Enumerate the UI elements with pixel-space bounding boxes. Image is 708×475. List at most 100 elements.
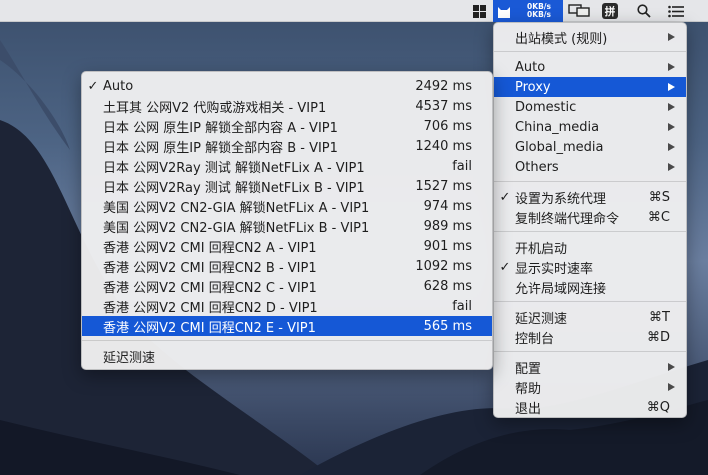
checkmark-icon: ✓: [499, 189, 511, 205]
submenu-arrow-icon: [668, 33, 675, 41]
proxy-group-submenu: ✓ Auto 2492 ms 土耳其 公网V2 代购或游戏相关 - VIP1 4…: [81, 71, 493, 370]
proxy-latency: 974 ms: [423, 198, 472, 214]
show-realtime-speed-label: 显示实时速率: [515, 261, 594, 277]
shortcut-label: ⌘Q: [646, 399, 670, 415]
group-label: Proxy: [515, 79, 551, 95]
dashboard-label: 控制台: [515, 331, 555, 347]
submenu-arrow-icon: [668, 123, 675, 131]
submenu-arrow-icon: [668, 363, 675, 371]
proxy-name: 香港 公网V2 CMI 回程CN2 C - VIP1: [103, 280, 317, 296]
proxy-latency: 1092 ms: [415, 258, 472, 274]
proxy-item[interactable]: 美国 公网V2 CN2-GIA 解锁NetFLix B - VIP1 989 m…: [82, 216, 492, 236]
latency-test-label: 延迟测速: [515, 311, 568, 327]
proxy-name: 香港 公网V2 CMI 回程CN2 E - VIP1: [103, 320, 316, 336]
help-item[interactable]: 帮助: [494, 377, 686, 397]
proxy-name: 香港 公网V2 CMI 回程CN2 D - VIP1: [103, 300, 318, 316]
set-system-proxy-item[interactable]: ✓ 设置为系统代理 ⌘S: [494, 187, 686, 207]
group-item-china-media[interactable]: China_media: [494, 117, 686, 137]
proxy-item-highlighted[interactable]: 香港 公网V2 CMI 回程CN2 E - VIP1 565 ms: [82, 316, 492, 336]
proxy-item[interactable]: 日本 公网V2Ray 测试 解锁NetFLix B - VIP1 1527 ms: [82, 176, 492, 196]
outbound-mode-label: 出站模式 (规则): [515, 31, 608, 47]
input-method-icon[interactable]: 拼: [598, 0, 622, 22]
notification-center-icon[interactable]: [664, 0, 688, 22]
separator: [494, 181, 686, 182]
proxy-latency: 628 ms: [423, 278, 472, 294]
group-label: Global_media: [515, 139, 604, 155]
proxy-item[interactable]: 香港 公网V2 CMI 回程CN2 C - VIP1 628 ms: [82, 276, 492, 296]
proxy-item[interactable]: 香港 公网V2 CMI 回程CN2 D - VIP1 fail: [82, 296, 492, 316]
group-label: China_media: [515, 119, 600, 135]
display-mirroring-icon[interactable]: [566, 0, 592, 22]
group-item-global-media[interactable]: Global_media: [494, 137, 686, 157]
proxy-item[interactable]: 日本 公网 原生IP 解锁全部内容 B - VIP1 1240 ms: [82, 136, 492, 156]
proxy-name: 日本 公网 原生IP 解锁全部内容 B - VIP1: [103, 140, 338, 156]
checkmark-icon: ✓: [87, 78, 99, 94]
proxy-item[interactable]: 土耳其 公网V2 代购或游戏相关 - VIP1 4537 ms: [82, 96, 492, 116]
quit-label: 退出: [515, 401, 542, 417]
allow-lan-item[interactable]: 允许局域网连接: [494, 277, 686, 297]
copy-terminal-cmd-item[interactable]: 复制终端代理命令 ⌘C: [494, 207, 686, 227]
launch-at-login-item[interactable]: 开机启动: [494, 237, 686, 257]
config-label: 配置: [515, 361, 542, 377]
flag-icon[interactable]: [470, 0, 488, 22]
proxy-latency: 4537 ms: [415, 98, 472, 114]
spotlight-search-icon[interactable]: [634, 0, 654, 22]
group-item-proxy[interactable]: Proxy: [494, 77, 686, 97]
proxy-latency-test-label: 延迟测速: [103, 350, 156, 366]
submenu-arrow-icon: [668, 383, 675, 391]
help-label: 帮助: [515, 381, 542, 397]
proxy-name: 日本 公网V2Ray 测试 解锁NetFLix B - VIP1: [103, 180, 365, 196]
pinyin-badge: 拼: [602, 3, 618, 19]
proxy-name: 日本 公网V2Ray 测试 解锁NetFLix A - VIP1: [103, 160, 365, 176]
proxy-latency: 1240 ms: [415, 138, 472, 154]
download-speed: 0KB/s: [527, 10, 551, 19]
proxy-latency: fail: [452, 158, 472, 174]
submenu-arrow-icon: [668, 103, 675, 111]
separator: [494, 51, 686, 52]
dashboard-item[interactable]: 控制台 ⌘D: [494, 327, 686, 347]
proxy-item[interactable]: 香港 公网V2 CMI 回程CN2 A - VIP1 901 ms: [82, 236, 492, 256]
proxy-latency: 565 ms: [423, 318, 472, 334]
proxy-item[interactable]: 香港 公网V2 CMI 回程CN2 B - VIP1 1092 ms: [82, 256, 492, 276]
submenu-arrow-icon: [668, 63, 675, 71]
proxy-latency: 1527 ms: [415, 178, 472, 194]
clash-main-menu: 出站模式 (规则) Auto Proxy Domestic China_medi…: [493, 22, 687, 418]
outbound-mode-item[interactable]: 出站模式 (规则): [494, 27, 686, 47]
latency-test-item[interactable]: 延迟测速 ⌘T: [494, 307, 686, 327]
group-item-domestic[interactable]: Domestic: [494, 97, 686, 117]
proxy-name: 美国 公网V2 CN2-GIA 解锁NetFLix B - VIP1: [103, 220, 370, 236]
group-label: Others: [515, 159, 559, 175]
quit-item[interactable]: 退出 ⌘Q: [494, 397, 686, 417]
proxy-latency-test-item[interactable]: 延迟测速: [82, 346, 492, 366]
proxy-latency: 2492 ms: [415, 78, 472, 94]
checkmark-icon: ✓: [499, 259, 511, 275]
proxy-name: 土耳其 公网V2 代购或游戏相关 - VIP1: [103, 100, 327, 116]
group-item-others[interactable]: Others: [494, 157, 686, 177]
group-label: Domestic: [515, 99, 577, 115]
config-item[interactable]: 配置: [494, 357, 686, 377]
separator: [494, 351, 686, 352]
proxy-latency: 989 ms: [423, 218, 472, 234]
proxy-item[interactable]: 日本 公网V2Ray 测试 解锁NetFLix A - VIP1 fail: [82, 156, 492, 176]
allow-lan-label: 允许局域网连接: [515, 281, 607, 297]
group-label: Auto: [515, 59, 546, 75]
proxy-name: 香港 公网V2 CMI 回程CN2 A - VIP1: [103, 240, 317, 256]
proxy-name: Auto: [103, 78, 134, 94]
clash-cat-icon: [498, 6, 510, 18]
proxy-latency: fail: [452, 298, 472, 314]
clash-menu-extra[interactable]: 0KB/s 0KB/s: [493, 0, 563, 22]
shortcut-label: ⌘C: [647, 209, 670, 225]
proxy-item[interactable]: ✓ Auto 2492 ms: [82, 76, 492, 96]
group-item-auto[interactable]: Auto: [494, 57, 686, 77]
submenu-arrow-icon: [668, 143, 675, 151]
proxy-item[interactable]: 美国 公网V2 CN2-GIA 解锁NetFLix A - VIP1 974 m…: [82, 196, 492, 216]
speed-readout: 0KB/s 0KB/s: [523, 3, 551, 19]
show-realtime-speed-item[interactable]: ✓ 显示实时速率: [494, 257, 686, 277]
separator: [82, 340, 492, 341]
shortcut-label: ⌘T: [649, 309, 670, 325]
proxy-name: 日本 公网 原生IP 解锁全部内容 A - VIP1: [103, 120, 338, 136]
proxy-item[interactable]: 日本 公网 原生IP 解锁全部内容 A - VIP1 706 ms: [82, 116, 492, 136]
separator: [494, 231, 686, 232]
submenu-arrow-icon: [668, 163, 675, 171]
shortcut-label: ⌘S: [648, 189, 670, 205]
